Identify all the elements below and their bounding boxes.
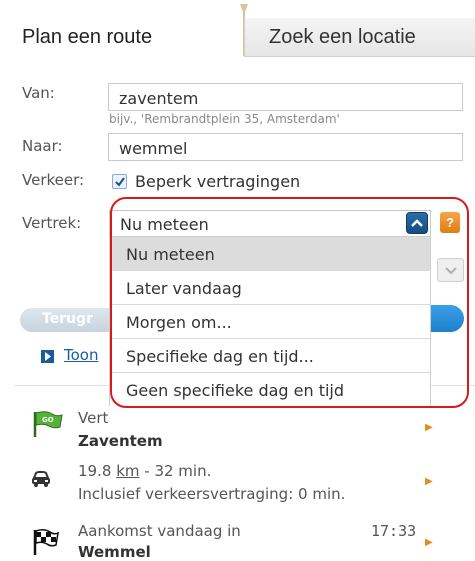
van-input[interactable]: zaventem bbox=[108, 83, 463, 111]
tab-plan-route[interactable]: Plan een route bbox=[14, 18, 240, 56]
arrow-right-icon[interactable]: ▶ bbox=[425, 422, 433, 433]
toon-link[interactable]: Toon bbox=[64, 346, 98, 364]
tab-zoek-locatie[interactable]: Zoek een locatie bbox=[244, 18, 475, 57]
back-button-label: Terugr bbox=[42, 311, 93, 327]
tab-zoek-locatie-label: Zoek een locatie bbox=[269, 26, 416, 48]
arrow-right-icon[interactable]: ▶ bbox=[425, 476, 433, 487]
arrow-right-icon[interactable]: ▶ bbox=[425, 537, 433, 548]
van-hint: bijv., 'Rembrandtplein 35, Amsterdam' bbox=[109, 112, 340, 126]
vertrek-label: Vertrek: bbox=[22, 214, 82, 232]
naar-input[interactable]: wemmel bbox=[108, 133, 463, 161]
start-prefix: Vert bbox=[78, 409, 109, 427]
back-button[interactable]: Terugr bbox=[20, 308, 111, 332]
traffic-delay: Inclusief verkeersvertraging: 0 min. bbox=[78, 485, 346, 503]
distance-unit-link[interactable]: km bbox=[116, 462, 139, 480]
arrow-right-icon bbox=[41, 350, 54, 363]
route-distance-line: 19.8 km - 32 min. bbox=[78, 462, 211, 480]
car-icon bbox=[30, 470, 52, 492]
start-name: Zaventem bbox=[78, 432, 163, 450]
check-icon bbox=[115, 177, 125, 187]
checkered-flag-icon bbox=[32, 528, 60, 560]
highlight-box bbox=[110, 197, 469, 408]
green-go-flag-icon: GO bbox=[32, 410, 64, 442]
verkeer-label: Verkeer: bbox=[22, 171, 85, 189]
tab-plan-route-label: Plan een route bbox=[22, 26, 153, 48]
naar-input-value: wemmel bbox=[119, 139, 188, 158]
van-label: Van: bbox=[22, 84, 55, 102]
destination-name: Wemmel bbox=[78, 543, 151, 561]
naar-label: Naar: bbox=[22, 137, 63, 155]
arrival-time: 17:33 bbox=[371, 522, 417, 540]
route-duration: - 32 min. bbox=[139, 462, 212, 480]
go-flag-text: GO bbox=[42, 416, 54, 424]
arrival-label: Aankomst vandaag in bbox=[78, 522, 241, 540]
verkeer-checkbox[interactable] bbox=[112, 174, 127, 189]
route-distance: 19.8 bbox=[78, 462, 112, 480]
van-input-value: zaventem bbox=[119, 89, 199, 108]
verkeer-checkbox-label: Beperk vertragingen bbox=[135, 172, 301, 191]
